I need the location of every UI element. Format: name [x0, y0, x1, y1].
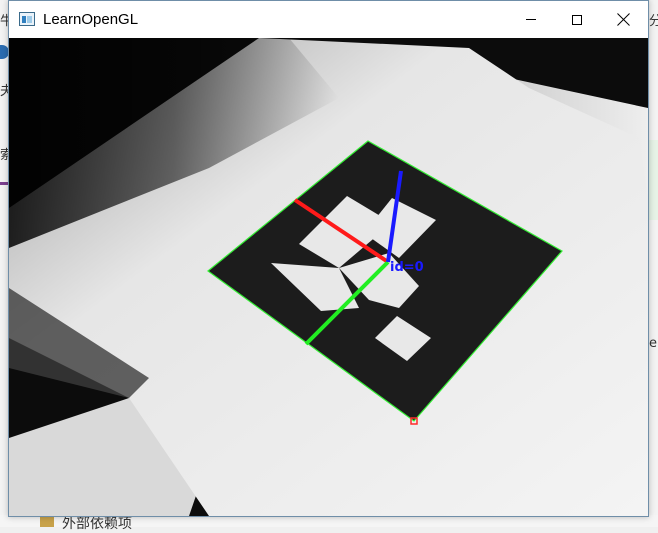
app-window: LearnOpenGL id=0 — [8, 0, 649, 517]
minimize-button[interactable] — [508, 1, 554, 38]
background-right-strip — [648, 0, 658, 527]
background-green-panel — [649, 140, 658, 220]
app-icon — [19, 12, 35, 26]
opengl-viewport[interactable]: id=0 — [9, 38, 648, 516]
close-button[interactable] — [600, 1, 646, 38]
close-icon — [617, 13, 630, 26]
minimize-icon — [526, 19, 536, 20]
background-text-fragment: e — [649, 336, 657, 351]
background-text-fragment: 分 — [649, 14, 658, 29]
maximize-button[interactable] — [554, 1, 600, 38]
marker-id-label: id=0 — [390, 260, 424, 275]
folder-icon — [40, 517, 54, 527]
maximize-icon — [572, 14, 582, 25]
camera-frame: id=0 — [9, 38, 648, 516]
window-title: LearnOpenGL — [43, 11, 139, 28]
title-bar[interactable]: LearnOpenGL — [9, 1, 648, 38]
